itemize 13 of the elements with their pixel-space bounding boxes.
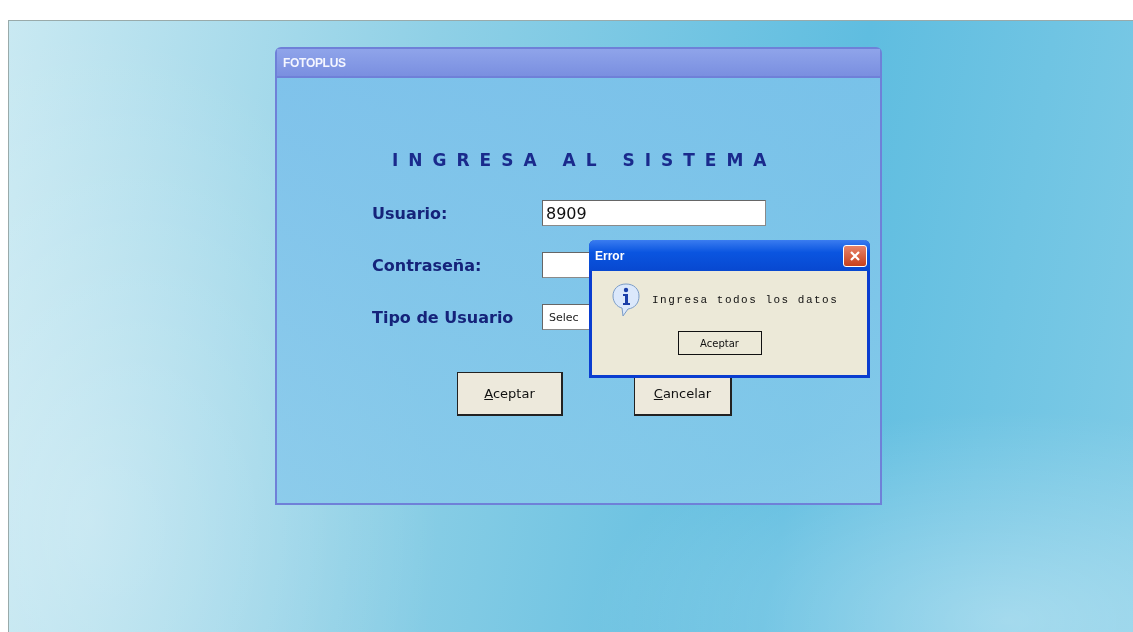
info-icon	[612, 283, 640, 317]
dialog-title: Error	[595, 248, 625, 263]
close-button[interactable]	[843, 244, 867, 267]
user-field[interactable]: 8909	[542, 200, 766, 226]
close-icon	[849, 249, 861, 262]
field-label: Usuario:	[372, 203, 449, 223]
field-label: Tipo de Usuario	[372, 307, 515, 327]
accept-button[interactable]: Aceptar	[457, 372, 563, 416]
form-heading: INGRESA AL SISTEMA	[392, 150, 778, 170]
field-label: Contraseña:	[372, 255, 483, 275]
ok-button[interactable]: Aceptar	[677, 331, 762, 355]
error-message: Ingresa todos los datos	[652, 294, 839, 306]
window-title: FOTOPLUS	[283, 55, 346, 70]
